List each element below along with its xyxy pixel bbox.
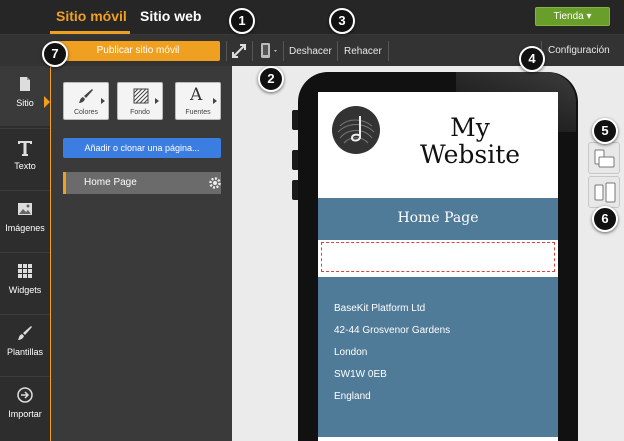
colors-button[interactable]: Colores	[63, 82, 109, 120]
nav-item-label: Sitio	[16, 98, 34, 108]
gear-icon[interactable]	[208, 176, 222, 190]
landscape-device-icon	[594, 148, 616, 175]
portrait-device-icon	[594, 182, 616, 209]
caret-right-icon	[213, 98, 217, 104]
grid-icon	[17, 263, 33, 279]
text-icon	[17, 139, 33, 156]
nav-item-text[interactable]: Texto	[0, 129, 50, 189]
address-line: 42-44 Grosvenor Gardens	[334, 325, 451, 336]
nav-item-import[interactable]: Importar	[0, 377, 50, 437]
background-button[interactable]: Fondo	[117, 82, 163, 120]
nav-item-label: Importar	[8, 409, 42, 419]
nav-item-images[interactable]: Imágenes	[0, 191, 50, 251]
address-line: England	[334, 391, 371, 402]
portrait-view-button[interactable]	[588, 176, 620, 208]
nav-item-label: Texto	[14, 161, 36, 171]
page-label: Home Page	[84, 177, 137, 188]
publish-mobile-button[interactable]: Publicar sitio móvil	[56, 41, 220, 61]
fonts-button[interactable]: A Fuentes	[175, 82, 221, 120]
toolbar-divider	[252, 41, 253, 61]
add-page-button[interactable]: Añadir o clonar una página...	[63, 138, 221, 158]
toolbar-divider	[388, 41, 389, 61]
toolbar-divider	[283, 41, 284, 61]
left-nav: Sitio Texto Imágenes Widgets Plantillas …	[0, 66, 50, 441]
brush-icon	[17, 325, 33, 341]
page-title-band[interactable]: Home Page	[318, 198, 558, 240]
device-select-icon[interactable]	[259, 42, 281, 65]
callout-badge: 3	[329, 8, 355, 34]
tab-website[interactable]: Sitio web	[140, 8, 201, 24]
image-icon	[17, 201, 33, 217]
nav-item-templates[interactable]: Plantillas	[0, 315, 50, 375]
callout-badge: 2	[258, 66, 284, 92]
callout-badge: 4	[519, 46, 545, 72]
brush-icon	[78, 88, 94, 109]
tool-label: Fondo	[130, 109, 150, 116]
undo-button[interactable]: Deshacer	[289, 46, 332, 57]
toolbar-divider	[226, 41, 227, 61]
nav-item-widgets[interactable]: Widgets	[0, 253, 50, 313]
empty-drop-zone[interactable]	[321, 242, 555, 272]
nav-item-label: Widgets	[8, 285, 42, 295]
landscape-view-button[interactable]	[588, 142, 620, 174]
address-line: London	[334, 347, 368, 358]
tool-label: Colores	[73, 109, 99, 116]
nav-item-label: Imágenes	[5, 223, 45, 233]
fullscreen-icon[interactable]	[231, 43, 247, 64]
tool-label: Fuentes	[185, 109, 211, 116]
toolbar-divider	[337, 41, 338, 61]
callout-badge: 6	[592, 206, 618, 232]
site-title-line: Website	[419, 140, 521, 169]
page-list-item[interactable]: Home Page	[63, 172, 221, 194]
page-icon	[17, 76, 33, 92]
page-title: Home Page	[397, 210, 479, 226]
phone-screen[interactable]: My Website Home Page BaseKit Platform Lt…	[318, 92, 558, 441]
import-icon	[17, 387, 33, 403]
site-title[interactable]: My Website	[390, 114, 550, 168]
caret-right-icon	[155, 98, 159, 104]
address-line: BaseKit Platform Ltd	[334, 303, 426, 314]
redo-button[interactable]: Rehacer	[344, 46, 382, 57]
site-logo[interactable]	[332, 106, 380, 154]
callout-badge: 5	[592, 118, 618, 144]
store-button[interactable]: Tienda ▾	[535, 7, 610, 26]
top-bar: Sitio móvil Sitio web Tienda ▾	[0, 0, 624, 34]
site-title-line: My	[450, 113, 490, 142]
site-panel: Colores Fondo A Fuentes Añadir o clonar …	[50, 66, 232, 441]
address-line: SW1W 0EB	[334, 369, 387, 380]
nav-item-site[interactable]: Sitio	[0, 66, 50, 126]
nav-item-label: Plantillas	[6, 347, 44, 357]
address-block[interactable]: BaseKit Platform Ltd 42-44 Grosvenor Gar…	[318, 277, 558, 437]
font-icon: A	[190, 85, 203, 105]
callout-badge: 7	[42, 41, 68, 67]
caret-right-icon	[101, 98, 105, 104]
tab-mobile-site[interactable]: Sitio móvil	[56, 8, 127, 24]
settings-button[interactable]: Configuración	[548, 45, 610, 56]
background-icon	[133, 88, 149, 109]
callout-badge: 1	[229, 8, 255, 34]
